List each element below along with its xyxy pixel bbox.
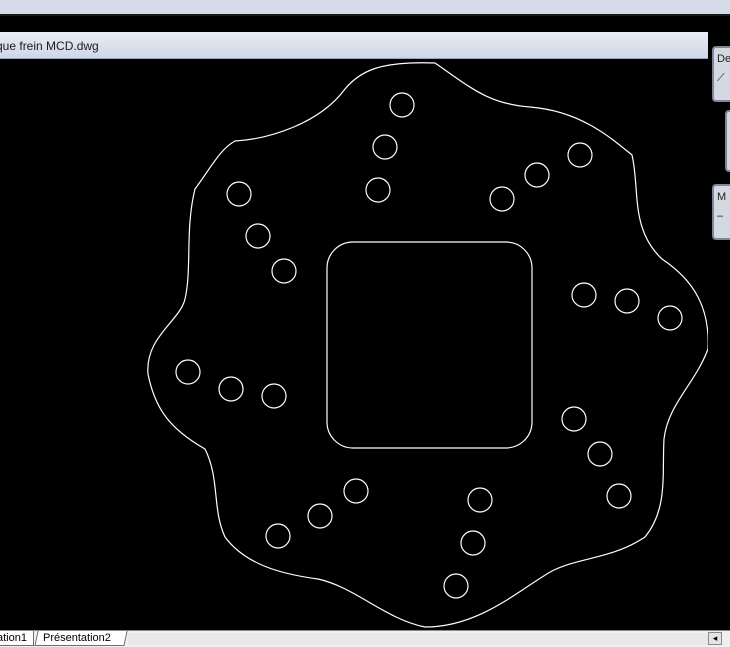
scroll-left-arrow-icon[interactable]: ◂	[708, 632, 722, 645]
line-icon[interactable]: –	[717, 210, 723, 222]
palette-label: M	[717, 191, 727, 203]
palette-label: De	[717, 53, 730, 65]
document-titlebar[interactable]: que frein MCD.dwg	[0, 32, 708, 59]
pencil-icon[interactable]: ⟋	[717, 72, 725, 85]
bolt-hole	[245, 223, 271, 249]
bolt-hole	[175, 359, 201, 385]
toolbar-area	[0, 16, 730, 32]
tool-palette-dock: De ⟋ M –	[708, 32, 730, 630]
bolt-hole	[567, 142, 593, 168]
tab-label: Présentation2	[43, 632, 111, 644]
bolt-hole	[606, 483, 632, 509]
bolt-hole	[307, 503, 333, 529]
collapsed-palette[interactable]	[725, 110, 730, 172]
tab-label: ation1	[0, 632, 27, 644]
bolt-hole	[218, 376, 244, 402]
bolt-hole	[489, 186, 515, 212]
center-square-cutout	[326, 241, 533, 449]
brake-disc-drawing[interactable]	[0, 59, 708, 630]
layout-tabs-bar: ation1 Présentation2 ◂	[0, 630, 730, 647]
bolt-hole	[524, 162, 550, 188]
document-title: que frein MCD.dwg	[0, 39, 99, 53]
bolt-hole	[443, 573, 469, 599]
bolt-hole	[343, 478, 369, 504]
bolt-hole	[614, 288, 640, 314]
bolt-hole	[261, 383, 287, 409]
tab-presentation1[interactable]: ation1	[0, 631, 34, 646]
bolt-hole	[561, 406, 587, 432]
bolt-hole	[372, 134, 398, 160]
modify-palette[interactable]: M –	[712, 184, 730, 240]
drawing-canvas[interactable]	[0, 59, 708, 630]
bolt-hole	[467, 487, 493, 513]
bolt-hole	[365, 177, 391, 203]
application-menu-strip	[0, 0, 730, 14]
bolt-hole	[226, 181, 252, 207]
bolt-hole	[657, 305, 683, 331]
bolt-hole	[587, 441, 613, 467]
disc-outer-profile	[147, 62, 708, 628]
bolt-hole	[389, 92, 415, 118]
bolt-hole	[265, 523, 291, 549]
horizontal-scrollbar[interactable]	[128, 633, 708, 645]
draw-palette[interactable]: De ⟋	[712, 46, 730, 102]
bolt-hole	[460, 530, 486, 556]
tab-presentation2[interactable]: Présentation2	[34, 631, 128, 646]
bolt-hole	[571, 282, 597, 308]
bolt-hole	[271, 258, 297, 284]
